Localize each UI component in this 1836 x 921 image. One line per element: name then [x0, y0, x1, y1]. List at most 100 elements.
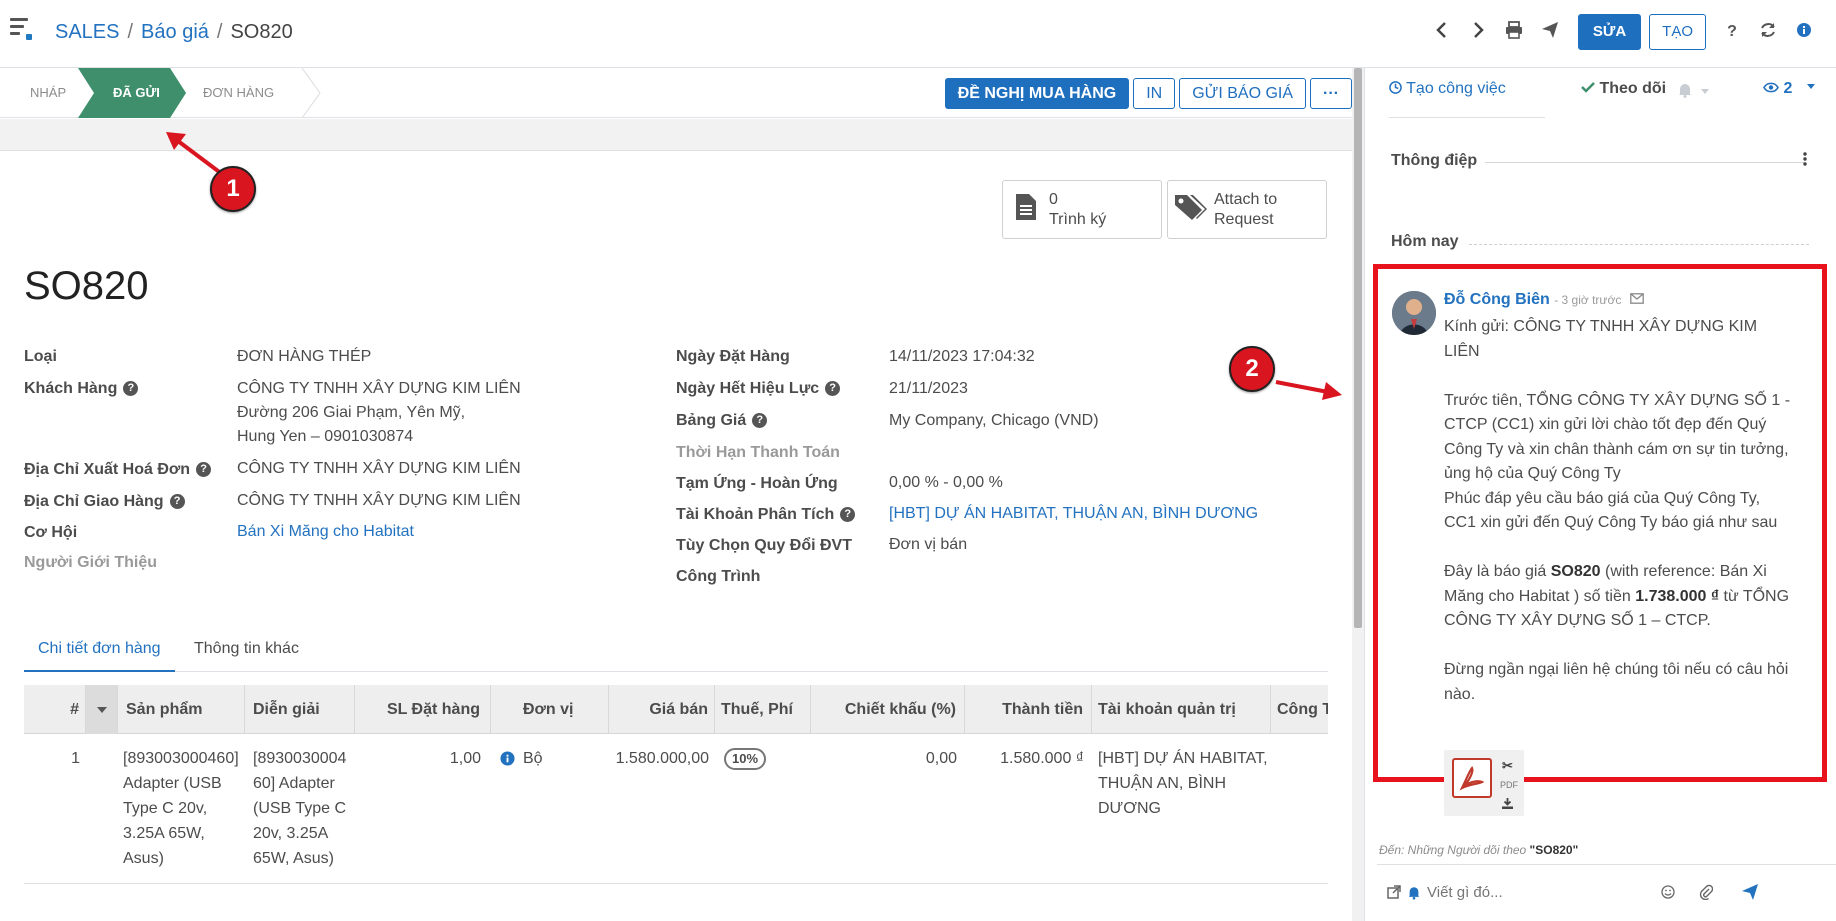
callout-badge-1: 1	[210, 166, 256, 212]
tab-order-lines[interactable]: Chi tiết đơn hàng	[24, 636, 175, 672]
stage-draft[interactable]: NHÁP	[30, 68, 66, 118]
breadcrumb-current: SO820	[230, 21, 293, 43]
send-quote-button[interactable]: GỬI BÁO GIÁ	[1179, 78, 1307, 109]
more-actions-button[interactable]: ···	[1310, 78, 1352, 109]
col-price[interactable]: Giá bán	[609, 685, 715, 734]
col-product[interactable]: Sản phẩm	[118, 685, 245, 734]
description-line: 60] Adapter	[253, 775, 335, 792]
purchase-request-button[interactable]: ĐỀ NGHỊ MUA HÀNG	[944, 78, 1130, 109]
advance-label: Tạm Ứng - Hoàn Ứng	[676, 475, 838, 492]
refresh-icon[interactable]	[1750, 21, 1786, 44]
customer-address: Đường 206 Giai Phạm, Yên Mỹ,	[237, 404, 466, 421]
print-icon[interactable]	[1496, 20, 1532, 44]
type-label: Loại	[24, 348, 57, 365]
row-info-icon[interactable]	[500, 749, 515, 774]
check-icon	[1581, 82, 1595, 93]
text: Măng cho Habitat ) số tiền	[1444, 587, 1636, 605]
col-sort-handle[interactable]	[86, 685, 118, 734]
col-subtotal[interactable]: Thành tiền	[965, 685, 1092, 734]
next-record-icon[interactable]	[1460, 21, 1496, 44]
col-quantity[interactable]: SL Đặt hàng	[355, 685, 491, 734]
col-tax[interactable]: Thuế, Phí	[715, 685, 811, 734]
col-analytic[interactable]: Tài khoản quản trị	[1092, 685, 1271, 734]
schedule-activity-button[interactable]: Tạo công việc	[1389, 80, 1506, 98]
send-icon[interactable]	[1532, 21, 1568, 44]
stage-order[interactable]: ĐƠN HÀNG	[203, 68, 274, 118]
send-message-icon[interactable]	[1741, 883, 1759, 906]
apps-menu-icon[interactable]	[10, 18, 32, 40]
tab-other-info[interactable]: Thông tin khác	[194, 636, 299, 672]
notification-bell-icon[interactable]	[1677, 82, 1710, 103]
info-icon[interactable]	[1786, 22, 1822, 43]
invoice-address-value[interactable]: CÔNG TY TNHH XÂY DỰNG KIM LIÊN	[237, 457, 521, 481]
avatar[interactable]	[1392, 291, 1436, 335]
status-bar: NHÁP ĐÃ GỬI ĐƠN HÀNG ĐỀ NGHỊ MUA HÀNG IN…	[0, 68, 1352, 118]
callout-arrow-2	[1275, 380, 1342, 400]
download-icon[interactable]	[1502, 796, 1513, 814]
col-uom[interactable]: Đơn vị	[491, 685, 609, 734]
message-line: Phúc đáp yêu cầu báo giá của Quý Công Ty…	[1444, 489, 1761, 507]
caret-down-icon	[96, 707, 107, 713]
help-icon: ?	[196, 462, 212, 478]
message-line: Trước tiên, TỔNG CÔNG TY XÂY DỰNG SỐ 1 -	[1444, 391, 1791, 409]
customer-city-phone: Hung Yen – 0901030874	[237, 428, 414, 445]
stage-sent[interactable]: ĐÃ GỬI	[113, 68, 160, 118]
form-scrollbar[interactable]	[1352, 68, 1364, 921]
edit-button[interactable]: SỬA	[1577, 14, 1642, 50]
breadcrumb-sales[interactable]: SALES	[55, 21, 119, 43]
order-date-label: Ngày Đặt Hàng	[676, 348, 790, 365]
text: từ TỔNG	[1719, 587, 1790, 605]
opportunity-link[interactable]: Bán Xi Măng cho Habitat	[237, 520, 414, 544]
pricelist-value[interactable]: My Company, Chicago (VND)	[889, 409, 1099, 433]
col-project[interactable]: Công T	[1271, 685, 1328, 734]
emoji-icon[interactable]	[1661, 885, 1675, 904]
remove-attachment-icon[interactable]: ✂	[1502, 758, 1513, 774]
stage-separator	[301, 68, 321, 118]
attach-request-smart-button[interactable]: Attach to Request	[1167, 180, 1327, 239]
breadcrumb: SALES / Báo giá / SO820	[55, 21, 293, 43]
delivery-address-value[interactable]: CÔNG TY TNHH XÂY DỰNG KIM LIÊN	[237, 489, 521, 513]
document-icon	[1003, 193, 1049, 226]
row-quantity: 1,00	[449, 750, 481, 767]
pdf-attachment[interactable]: ✂ PDF	[1444, 750, 1524, 816]
product-line: 3.25A 65W,	[123, 825, 205, 842]
expand-composer-icon[interactable]	[1387, 885, 1401, 904]
today-separator: Hôm nay	[1391, 233, 1459, 250]
paperclip-icon[interactable]	[1699, 884, 1714, 905]
order-lines-table: # Sản phẩm Diễn giải SL Đặt hàng Đơn vị …	[24, 685, 1328, 885]
sign-smart-button[interactable]: 0 Trình ký	[1002, 180, 1162, 239]
message-author[interactable]: Đỗ Công Biên	[1444, 291, 1550, 308]
help-icon[interactable]: ?	[1714, 23, 1750, 41]
pdf-icon	[1452, 758, 1492, 798]
analytic-line: [HBT] DỰ ÁN HABITAT,	[1098, 750, 1268, 767]
today-divider	[1469, 244, 1809, 245]
col-description[interactable]: Diễn giải	[245, 685, 355, 734]
advance-value[interactable]: 0,00 % - 0,00 %	[889, 471, 1003, 495]
breadcrumb-quotations[interactable]: Báo giá	[141, 21, 209, 43]
table-row[interactable]: 1 [893003000460] Adapter (USB Type C 20v…	[24, 734, 1328, 884]
tags-icon	[1168, 193, 1214, 226]
customer-name: CÔNG TY TNHH XÂY DỰNG KIM LIÊN	[237, 380, 521, 397]
chatter-panel: Tạo công việc Theo dõi 2 Thông điệp Hôm …	[1364, 68, 1836, 921]
bell-icon[interactable]	[1407, 885, 1421, 905]
more-vertical-icon[interactable]	[1803, 152, 1809, 171]
delivery-address-label-wrap: Địa Chỉ Giao Hàng?	[24, 493, 185, 511]
order-date-value[interactable]: 14/11/2023 17:04:32	[889, 345, 1035, 369]
customer-value[interactable]: CÔNG TY TNHH XÂY DỰNG KIM LIÊN Đường 206…	[237, 377, 521, 449]
analytic-link[interactable]: [HBT] DỰ ÁN HABITAT, THUẬN AN, BÌNH DƯƠN…	[889, 502, 1258, 526]
composer-input[interactable]	[1427, 879, 1677, 905]
followers-button[interactable]: 2	[1763, 80, 1815, 98]
sign-label: Trình ký	[1049, 210, 1107, 228]
validity-value[interactable]: 21/11/2023	[889, 377, 968, 401]
create-button[interactable]: TẠO	[1649, 14, 1706, 50]
scrollbar-thumb[interactable]	[1354, 68, 1362, 628]
follow-button[interactable]: Theo dõi	[1581, 80, 1666, 98]
row-number: 1	[71, 750, 80, 767]
previous-record-icon[interactable]	[1424, 21, 1460, 44]
col-number: #	[24, 685, 86, 734]
pricelist-label-wrap: Bảng Giá?	[676, 412, 768, 430]
attach-line-1: Attach to	[1214, 190, 1278, 208]
print-button[interactable]: IN	[1133, 78, 1176, 109]
uom-option-value[interactable]: Đơn vị bán	[889, 533, 967, 557]
col-discount[interactable]: Chiết khấu (%)	[811, 685, 965, 734]
